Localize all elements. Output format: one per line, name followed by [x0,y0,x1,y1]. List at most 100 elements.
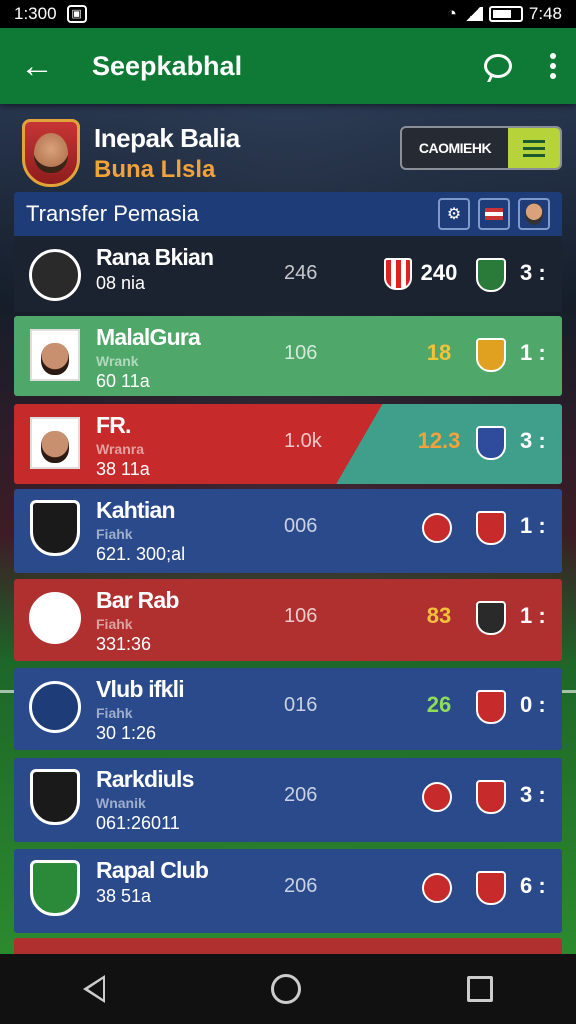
row-value: 38 51a [96,886,152,906]
list-item[interactable]: Rarkdiuls Wnanik 061:26011 206 3 : [14,758,562,842]
row-rank[interactable]: 3 : [520,782,546,808]
row-name: Rana Bkian [96,244,214,270]
row-stat-2: 18 [426,340,452,365]
signal-icon [462,7,483,21]
club-badge-icon [476,690,506,724]
row-value: 331:36 [96,634,152,654]
row-value: 60 11a [96,371,150,391]
row-stat-1: 016 [284,694,318,716]
row-stat-1: 206 [284,784,318,806]
wifi-icon: ◔ [446,4,457,23]
club-badge-icon [476,511,506,545]
status-bar: 1:300 ▣ ◔ 7:48 [0,0,576,28]
team-avatar [28,678,82,736]
row-rank[interactable]: 0 : [520,692,546,718]
team-avatar [28,768,82,826]
nav-home-icon[interactable] [271,974,301,1004]
row-name: Rarkdiuls [96,766,194,792]
page-title: Seepkabhal [92,50,243,81]
row-rank[interactable]: 6 : [520,873,546,899]
competition-crest-icon [422,513,452,543]
row-value: 30 1:26 [96,723,157,743]
row-rank[interactable]: 1 : [520,603,546,629]
compare-label: CAOMIEHK [418,140,492,156]
list-item[interactable]: Vlub ifkli Fiahk 30 1:26 016 26 0 : [14,668,562,750]
player-avatar[interactable] [22,119,80,187]
club-crest-icon [30,769,80,825]
row-value: 38 11a [96,459,150,479]
row-stat-1: 1.0k [284,430,322,452]
app-bar: ← Seepkabhal [0,28,576,104]
row-stat-1: 206 [284,875,318,897]
row-stat-1: 006 [284,515,318,537]
row-name: Bar Rab [96,587,179,613]
team-avatar [28,246,82,304]
flag-filter-icon[interactable] [478,198,510,230]
row-value: 061:26011 [96,813,180,833]
club-crest-icon [29,681,81,733]
row-name: MalalGura [96,324,201,350]
club-crest-icon [29,249,81,301]
status-right-time: 7:48 [528,4,562,23]
profile-club: Buna Llsla [94,155,216,183]
list-item[interactable]: Rapal Club 38 51a 206 6 : [14,849,562,933]
row-stat-1: 246 [284,262,318,284]
list-item[interactable]: Bar Rab Fiahk 331:36 106 83 1 : [14,579,562,661]
back-arrow-icon[interactable]: ← [20,49,70,83]
nav-recents-icon[interactable] [467,976,493,1002]
row-stat-1: 106 [284,342,318,364]
row-subtitle: Fiahk [96,616,133,632]
player-filter-icon[interactable] [518,198,550,230]
compare-button[interactable]: CAOMIEHK [400,126,562,170]
profile-name: Inepak Balia [94,122,240,153]
list-item[interactable]: Rana Bkian 08 nia 246 240 3 : [14,236,562,312]
row-stat-2: 26 [426,692,452,717]
section-header: Transfer Pemasia ⚙ [14,192,562,236]
row-subtitle: Fiahk [96,526,133,542]
row-subtitle: Fiahk [96,705,133,721]
row-subtitle: Wrank [96,353,139,369]
opponent-crest-icon [384,258,412,290]
row-stat-2: 83 [426,603,452,628]
system-nav-bar [0,954,576,1024]
row-rank[interactable]: 1 : [520,513,546,539]
row-rank[interactable]: 1 : [520,340,546,366]
club-crest-icon [30,417,80,469]
row-name: Vlub ifkli [96,676,185,702]
list-item[interactable]: FR. Wranra 38 11a 1.0k 12.3 3 : [14,404,562,484]
row-rank[interactable]: 3 : [520,260,546,286]
status-time: 1:300 [14,4,57,23]
competition-crest-icon [422,782,452,812]
section-title: Transfer Pemasia [26,201,199,226]
row-stat-1: 106 [284,605,318,627]
row-name: FR. [96,412,131,438]
row-name: Rapal Club [96,857,209,883]
chat-icon[interactable] [484,54,512,78]
club-badge-icon [476,871,506,905]
row-stat-2: 12.3 [417,428,461,453]
club-badge-icon [476,780,506,814]
team-avatar [28,414,82,472]
list-menu-icon[interactable] [508,128,560,168]
competition-crest-icon [422,873,452,903]
row-value: 621. 300;al [96,544,186,564]
transfer-icon[interactable]: ⚙ [438,198,470,230]
row-subtitle: Wnanik [96,795,146,811]
status-icons: ◔ 7:48 [447,4,562,24]
club-badge-icon [476,338,506,372]
profile-header: Inepak Balia Buna Llsla CAOMIEHK [22,118,562,188]
row-name: Kahtian [96,497,176,523]
team-avatar [28,589,82,647]
row-subtitle: Wranra [96,441,144,457]
club-crest-icon [30,500,80,556]
list-item[interactable]: Kahtian Fiahk 621. 300;al 006 1 : [14,489,562,573]
more-options-icon[interactable] [550,53,556,79]
row-rank[interactable]: 3 : [520,428,546,454]
player-face-icon [34,133,68,173]
list-item[interactable]: MalalGura Wrank 60 11a 106 18 1 : [14,316,562,396]
notification-icon: ▣ [66,5,87,23]
row-stat-2: 240 [420,260,458,285]
team-avatar [28,499,82,557]
nav-back-icon[interactable] [83,975,105,1003]
row-value: 08 nia [96,273,146,293]
